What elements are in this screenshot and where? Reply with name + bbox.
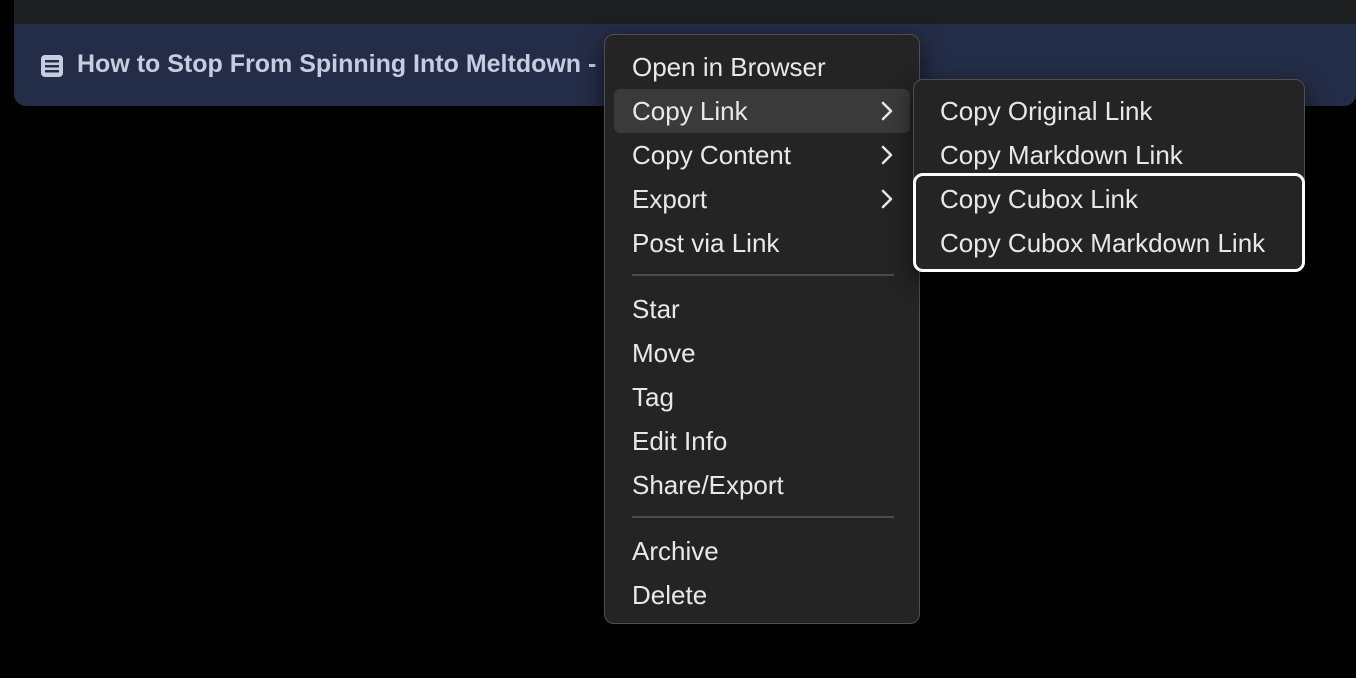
- article-icon: [41, 55, 63, 77]
- menu-item-label: Post via Link: [632, 228, 780, 258]
- copy-link-submenu: Copy Original Link Copy Markdown Link Co…: [913, 79, 1305, 272]
- menu-item-label: Open in Browser: [632, 52, 826, 82]
- menu-item-label: Share/Export: [632, 470, 784, 500]
- menu-item-label: Copy Content: [632, 140, 791, 170]
- menu-item-open-in-browser[interactable]: Open in Browser: [614, 45, 910, 89]
- submenu-item-copy-markdown-link[interactable]: Copy Markdown Link: [922, 133, 1296, 177]
- menu-item-post-via-link[interactable]: Post via Link: [614, 221, 910, 265]
- menu-item-label: Export: [632, 184, 708, 214]
- menu-item-copy-link[interactable]: Copy Link: [614, 89, 910, 133]
- menu-item-label: Delete: [632, 580, 708, 610]
- menu-item-label: Copy Link: [632, 96, 748, 126]
- menu-item-share-export[interactable]: Share/Export: [614, 463, 910, 507]
- chevron-right-icon: [881, 101, 893, 121]
- menu-item-label: Move: [632, 338, 696, 368]
- submenu-item-label: Copy Markdown Link: [940, 140, 1183, 170]
- menu-item-delete[interactable]: Delete: [614, 573, 910, 617]
- submenu-item-copy-cubox-markdown-link[interactable]: Copy Cubox Markdown Link: [922, 221, 1296, 265]
- menu-item-star[interactable]: Star: [614, 287, 910, 331]
- submenu-item-copy-cubox-link[interactable]: Copy Cubox Link: [922, 177, 1296, 221]
- context-menu: Open in Browser Copy Link Copy Content E…: [604, 34, 920, 624]
- menu-item-move[interactable]: Move: [614, 331, 910, 375]
- submenu-item-copy-original-link[interactable]: Copy Original Link: [922, 89, 1296, 133]
- menu-item-label: Tag: [632, 382, 674, 412]
- menu-item-label: Archive: [632, 536, 719, 566]
- menu-item-copy-content[interactable]: Copy Content: [614, 133, 910, 177]
- menu-item-edit-info[interactable]: Edit Info: [614, 419, 910, 463]
- menu-separator: [632, 516, 894, 518]
- menu-item-tag[interactable]: Tag: [614, 375, 910, 419]
- menu-item-archive[interactable]: Archive: [614, 529, 910, 573]
- submenu-item-label: Copy Cubox Markdown Link: [940, 228, 1266, 258]
- menu-separator: [632, 274, 894, 276]
- submenu-item-label: Copy Cubox Link: [940, 184, 1138, 214]
- chevron-right-icon: [881, 189, 893, 209]
- menu-item-label: Star: [632, 294, 680, 324]
- article-title[interactable]: How to Stop From Spinning Into Meltdown …: [77, 50, 617, 79]
- menu-item-export[interactable]: Export: [614, 177, 910, 221]
- submenu-item-label: Copy Original Link: [940, 96, 1153, 126]
- top-toolbar: [14, 0, 1356, 24]
- menu-item-label: Edit Info: [632, 426, 728, 456]
- chevron-right-icon: [881, 145, 893, 165]
